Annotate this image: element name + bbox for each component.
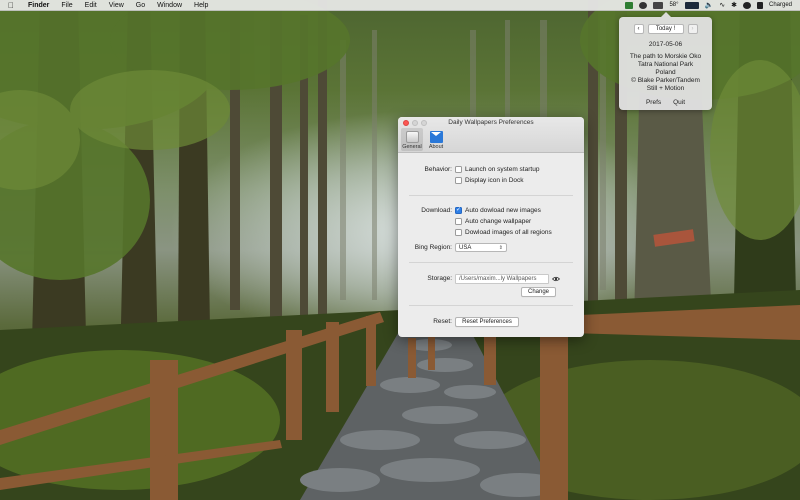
- status-bar: 58° 🔈 ∿ ✱ Charged: [625, 1, 800, 9]
- description-line: Tatra National Park: [637, 61, 694, 68]
- window-title: Daily Wallpapers Preferences: [448, 119, 534, 126]
- storage-label: Storage:: [427, 275, 452, 282]
- behavior-row-dock: Display icon in Dock: [398, 176, 584, 185]
- menu-go[interactable]: Go: [130, 0, 151, 11]
- wallpaper-date: 2017-05-06: [648, 41, 683, 48]
- checkmark-icon[interactable]: ✓: [455, 207, 462, 214]
- bing-region-select[interactable]: USA ⇕: [455, 243, 507, 252]
- bluetooth-icon[interactable]: ✱: [731, 1, 737, 9]
- speaker-icon[interactable]: 🔈: [705, 1, 714, 9]
- menu-finder[interactable]: Finder: [22, 0, 55, 11]
- wifi-icon[interactable]: ∿: [719, 1, 725, 9]
- description-line: Poland: [655, 69, 676, 76]
- behavior-row-startup: Behavior: Launch on system startup: [398, 165, 584, 174]
- section-divider: [409, 262, 573, 263]
- today-button[interactable]: Today !: [647, 24, 684, 34]
- checkbox-box[interactable]: [455, 177, 462, 184]
- popover-navigation: ‹ Today ! ›: [619, 24, 712, 34]
- launch-on-startup-label[interactable]: Launch on system startup: [465, 166, 539, 173]
- description-line: The path to Morskie Oko: [629, 53, 702, 60]
- checkbox-box[interactable]: [455, 166, 462, 173]
- download-label: Download:: [421, 207, 452, 214]
- dropbox-icon[interactable]: [742, 1, 751, 9]
- reset-preferences-button[interactable]: Reset Preferences: [455, 316, 519, 327]
- prefs-link[interactable]: Prefs: [646, 99, 661, 106]
- launch-on-startup-checkbox[interactable]: Launch on system startup: [455, 166, 539, 173]
- description-line: © Blake Parker/Tandem: [631, 77, 700, 84]
- checkbox-box[interactable]: [455, 218, 462, 225]
- storage-change-row: Change: [398, 286, 584, 297]
- display-icon-in-dock-label[interactable]: Display icon in Dock: [465, 177, 524, 184]
- next-day-button[interactable]: ›: [687, 24, 698, 34]
- battery-icon[interactable]: [653, 1, 664, 9]
- all-regions-label[interactable]: Dowload images of all regions: [465, 229, 552, 236]
- download-row-regions: Dowload images of all regions: [398, 228, 584, 237]
- menu-file[interactable]: File: [55, 0, 78, 11]
- chevron-updown-icon: ⇕: [498, 244, 503, 251]
- region-row: Bing Region: USA ⇕: [398, 242, 584, 253]
- popover-actions: Prefs Quit: [619, 99, 712, 106]
- general-switch-icon: [405, 131, 419, 143]
- section-divider: [409, 195, 573, 196]
- auto-download-checkbox[interactable]: ✓ Auto dowload new images: [455, 207, 541, 214]
- chevron-left-icon: ‹: [637, 26, 640, 32]
- wallpaper-info-popover: ‹ Today ! › 2017-05-06 The path to Morsk…: [619, 12, 712, 110]
- previous-day-button[interactable]: ‹: [633, 24, 644, 34]
- storage-row: Storage: /Users/maxim...ly Wallpapers: [398, 273, 584, 284]
- auto-change-wallpaper-checkbox[interactable]: Auto change wallpaper: [455, 218, 531, 225]
- menu-help[interactable]: Help: [188, 0, 214, 11]
- window-titlebar[interactable]: Daily Wallpapers Preferences General Abo…: [398, 117, 584, 153]
- about-envelope-icon: [429, 131, 443, 143]
- chevron-right-icon: ›: [691, 26, 694, 32]
- temperature-readout[interactable]: 58°: [669, 2, 678, 8]
- storage-path-field: /Users/maxim...ly Wallpapers: [455, 273, 549, 284]
- reset-row: Reset: Reset Preferences: [398, 316, 584, 327]
- menu-window[interactable]: Window: [151, 0, 188, 11]
- section-divider: [409, 305, 573, 306]
- screen-capture-icon[interactable]: [639, 1, 648, 9]
- notification-icon[interactable]: [756, 1, 763, 9]
- preferences-window: Daily Wallpapers Preferences General Abo…: [398, 117, 584, 337]
- download-row-auto: Download: ✓ Auto dowload new images: [398, 206, 584, 215]
- bing-region-label: Bing Region:: [414, 244, 452, 251]
- menu-bar:  Finder File Edit View Go Window Help 5…: [0, 0, 800, 11]
- auto-download-label[interactable]: Auto dowload new images: [465, 207, 541, 214]
- tab-about-label: About: [428, 144, 444, 150]
- auto-change-wallpaper-label[interactable]: Auto change wallpaper: [465, 218, 531, 225]
- tab-about[interactable]: About: [425, 128, 447, 151]
- checkbox-box[interactable]: [455, 229, 462, 236]
- menu-edit[interactable]: Edit: [79, 0, 103, 11]
- wallpaper-description: The path to Morskie Oko Tatra National P…: [619, 53, 712, 93]
- change-storage-button[interactable]: Change: [521, 286, 556, 297]
- daily-wallpapers-icon[interactable]: [625, 1, 634, 9]
- tab-general-label: General: [402, 144, 422, 150]
- battery-status-label[interactable]: Charged: [769, 2, 792, 8]
- bing-region-value: USA: [459, 244, 472, 251]
- download-row-change: Auto change wallpaper: [398, 217, 584, 226]
- all-regions-checkbox[interactable]: Dowload images of all regions: [455, 229, 552, 236]
- reset-label: Reset:: [433, 318, 452, 325]
- tab-general[interactable]: General: [401, 128, 423, 151]
- description-line: Still + Motion: [646, 85, 685, 92]
- eye-icon[interactable]: [552, 276, 560, 282]
- quit-link[interactable]: Quit: [673, 99, 685, 106]
- display-icon[interactable]: [684, 1, 699, 9]
- preferences-toolbar: General About: [401, 128, 447, 151]
- general-pane: Behavior: Launch on system startup Displ…: [398, 153, 584, 337]
- menu-view[interactable]: View: [103, 0, 130, 11]
- apple-logo-icon[interactable]: : [0, 1, 22, 10]
- display-icon-in-dock-checkbox[interactable]: Display icon in Dock: [455, 177, 524, 184]
- behavior-label: Behavior:: [424, 166, 452, 173]
